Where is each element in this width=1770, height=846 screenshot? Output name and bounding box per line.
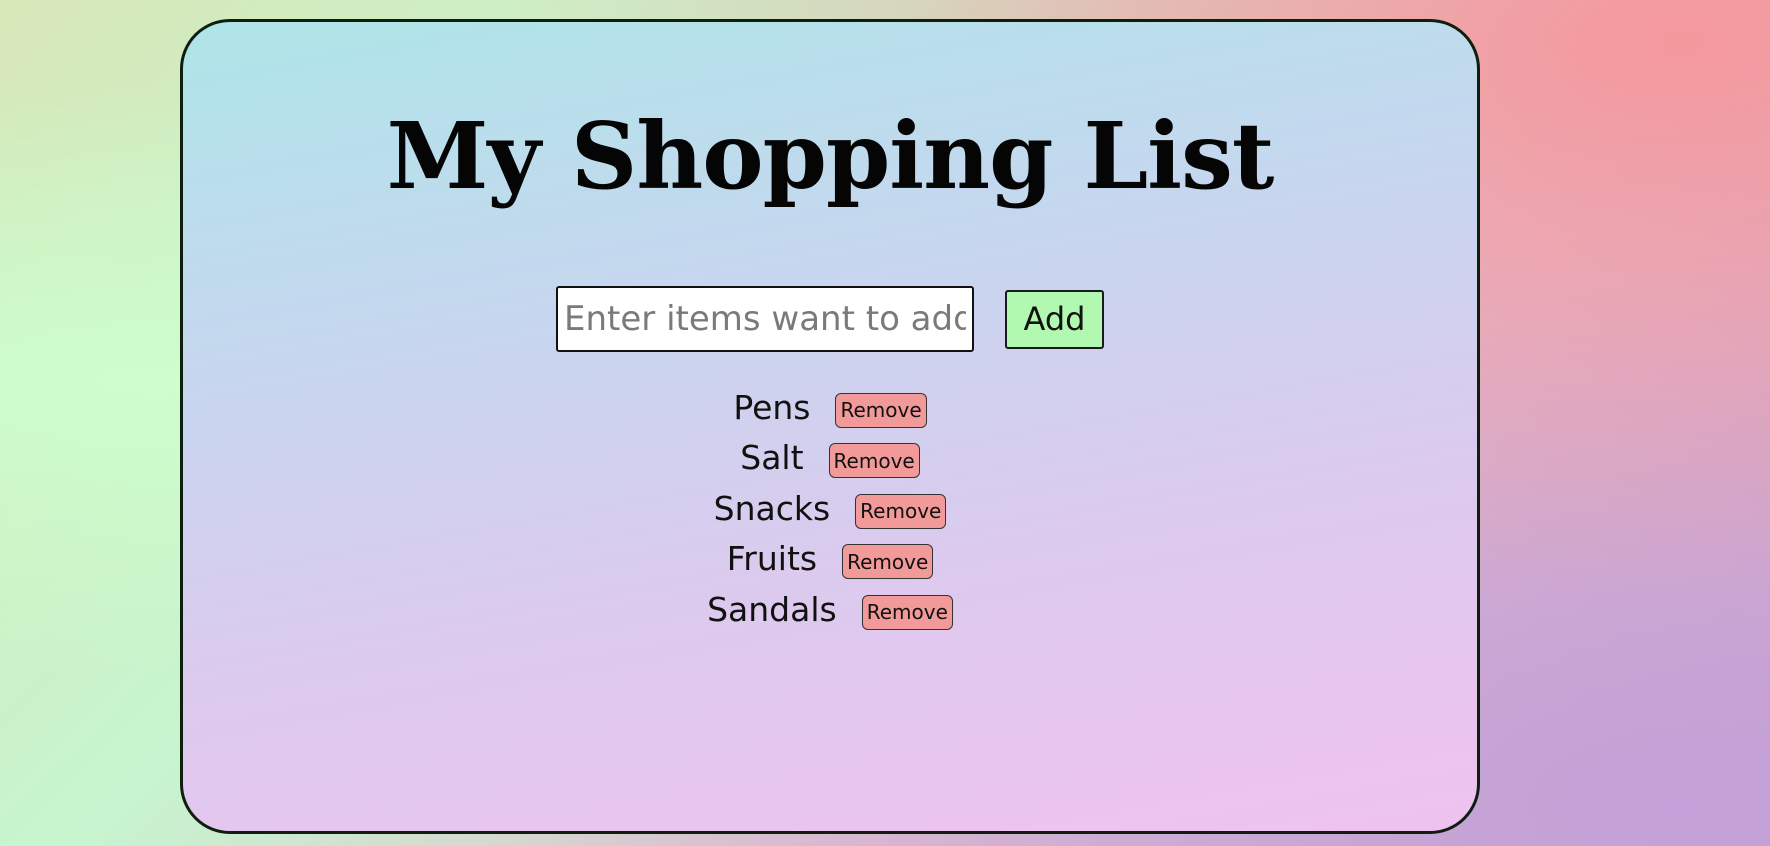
item-input[interactable] bbox=[556, 286, 974, 352]
add-button[interactable]: Add bbox=[1005, 289, 1104, 349]
page-background: { "header": { "title": "My Shopping List… bbox=[0, 0, 1770, 846]
list-item: Snacks Remove bbox=[183, 483, 1477, 534]
list-item: Sandals Remove bbox=[183, 584, 1477, 635]
remove-button[interactable]: Remove bbox=[855, 493, 947, 529]
list-item-label: Fruits bbox=[726, 539, 818, 579]
shopping-list-card: My Shopping List Add Pens Remove Salt Re… bbox=[180, 19, 1480, 834]
add-item-form: Add bbox=[183, 286, 1477, 352]
remove-button[interactable]: Remove bbox=[842, 544, 934, 580]
list-item: Pens Remove bbox=[183, 382, 1477, 433]
list-item-label: Salt bbox=[740, 438, 804, 478]
list-item: Fruits Remove bbox=[183, 534, 1477, 585]
remove-button[interactable]: Remove bbox=[828, 443, 920, 479]
page-title: My Shopping List bbox=[386, 102, 1275, 210]
shopping-list: Pens Remove Salt Remove Snacks Remove Fr… bbox=[183, 382, 1477, 635]
list-item-label: Sandals bbox=[707, 589, 837, 629]
remove-button[interactable]: Remove bbox=[835, 392, 927, 428]
list-item-label: Snacks bbox=[713, 488, 831, 528]
remove-button[interactable]: Remove bbox=[861, 594, 953, 630]
list-item-label: Pens bbox=[733, 387, 811, 427]
list-item: Salt Remove bbox=[183, 433, 1477, 484]
